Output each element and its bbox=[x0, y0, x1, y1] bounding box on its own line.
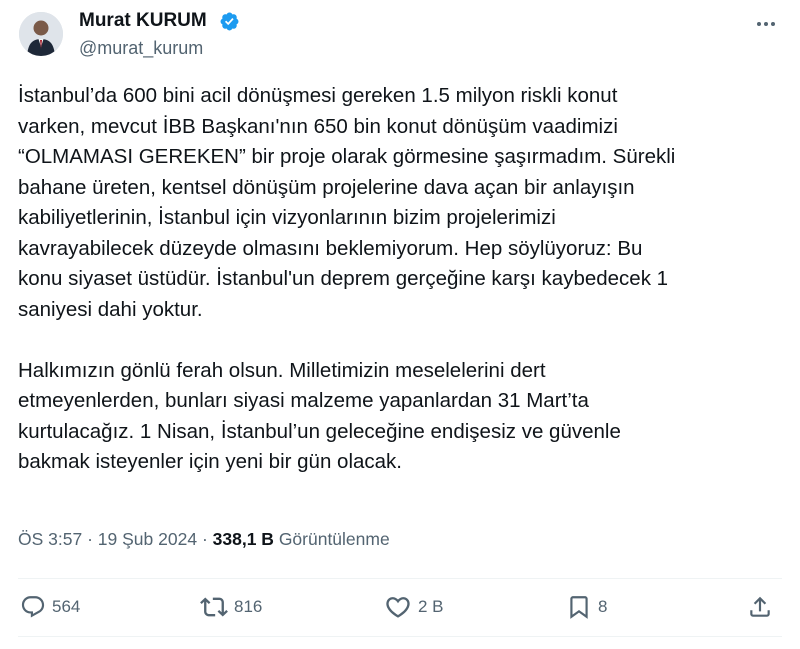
verified-badge-icon bbox=[220, 12, 239, 31]
views-label: Görüntülenme bbox=[278, 529, 390, 549]
share-icon bbox=[750, 596, 770, 617]
tweet-date[interactable]: 19 Şub 2024 bbox=[98, 529, 197, 549]
views-count[interactable]: 338,1 B bbox=[213, 529, 274, 549]
tweet-line: İstanbul’da 600 bini acil dönüşmesi gere… bbox=[18, 84, 618, 107]
tweet-meta: ÖS 3:57 · 19 Şub 2024 · 338,1 B Görüntül… bbox=[18, 527, 390, 551]
bookmark-button[interactable]: 8 bbox=[566, 593, 607, 621]
tweet-time[interactable]: ÖS 3:57 bbox=[18, 529, 82, 549]
meta-separator: · bbox=[201, 529, 208, 549]
reply-button[interactable]: 564 bbox=[20, 593, 80, 621]
like-count: 2 B bbox=[418, 597, 444, 616]
avatar-image bbox=[19, 12, 63, 56]
bookmark-count: 8 bbox=[598, 597, 608, 616]
reply-count: 564 bbox=[52, 597, 81, 616]
tweet-line: konu siyaset üstüdür. İstanbul'un deprem… bbox=[18, 267, 669, 290]
tweet-line: Halkımızın gönlü ferah olsun. Milletimiz… bbox=[18, 358, 546, 382]
author-handle[interactable]: @murat_kurum bbox=[79, 37, 203, 59]
bookmark-icon bbox=[570, 596, 588, 619]
repost-icon bbox=[200, 597, 228, 617]
tweet-line: kabiliyetlerinin, İstanbul için vizyonla… bbox=[18, 206, 556, 229]
repost-button[interactable]: 816 bbox=[200, 593, 262, 621]
tweet-line: kurtulacağız. 1 Nisan, İstanbul’un gelec… bbox=[18, 419, 621, 443]
tweet-line: varken, mevcut İBB Başkanı'nın 650 bin k… bbox=[18, 114, 618, 138]
divider bbox=[18, 636, 782, 637]
avatar[interactable] bbox=[19, 12, 63, 56]
tweet-line: kavrayabilecek düzeyde olmasını beklemiy… bbox=[18, 236, 643, 260]
meta-separator: · bbox=[87, 529, 93, 549]
heart-icon bbox=[386, 597, 410, 618]
tweet-line: “OLMAMASI GEREKEN” bir proje olarak görm… bbox=[18, 145, 676, 168]
tweet: Murat KURUM @murat_kurum İstanbul’da 600… bbox=[0, 0, 800, 649]
more-options-icon bbox=[757, 22, 775, 26]
repost-count: 816 bbox=[234, 597, 263, 616]
share-button[interactable] bbox=[747, 593, 773, 621]
reply-icon bbox=[21, 596, 45, 618]
tweet-line: etmeyenlerden, bunları siyasi malzeme ya… bbox=[18, 389, 589, 412]
tweet-text: İstanbul’da 600 bini acil dönüşmesi gere… bbox=[18, 81, 788, 478]
tweet-line: saniyesi dahi yoktur. bbox=[18, 297, 203, 321]
author-name[interactable]: Murat KURUM bbox=[79, 9, 207, 33]
like-button[interactable]: 2 B bbox=[384, 593, 444, 621]
tweet-line: bakmak isteyenler için yeni bir gün olac… bbox=[18, 450, 402, 473]
divider bbox=[18, 578, 782, 579]
more-options-button[interactable] bbox=[752, 12, 780, 36]
tweet-line: bahane üreten, kentsel dönüşüm projeleri… bbox=[18, 175, 635, 199]
